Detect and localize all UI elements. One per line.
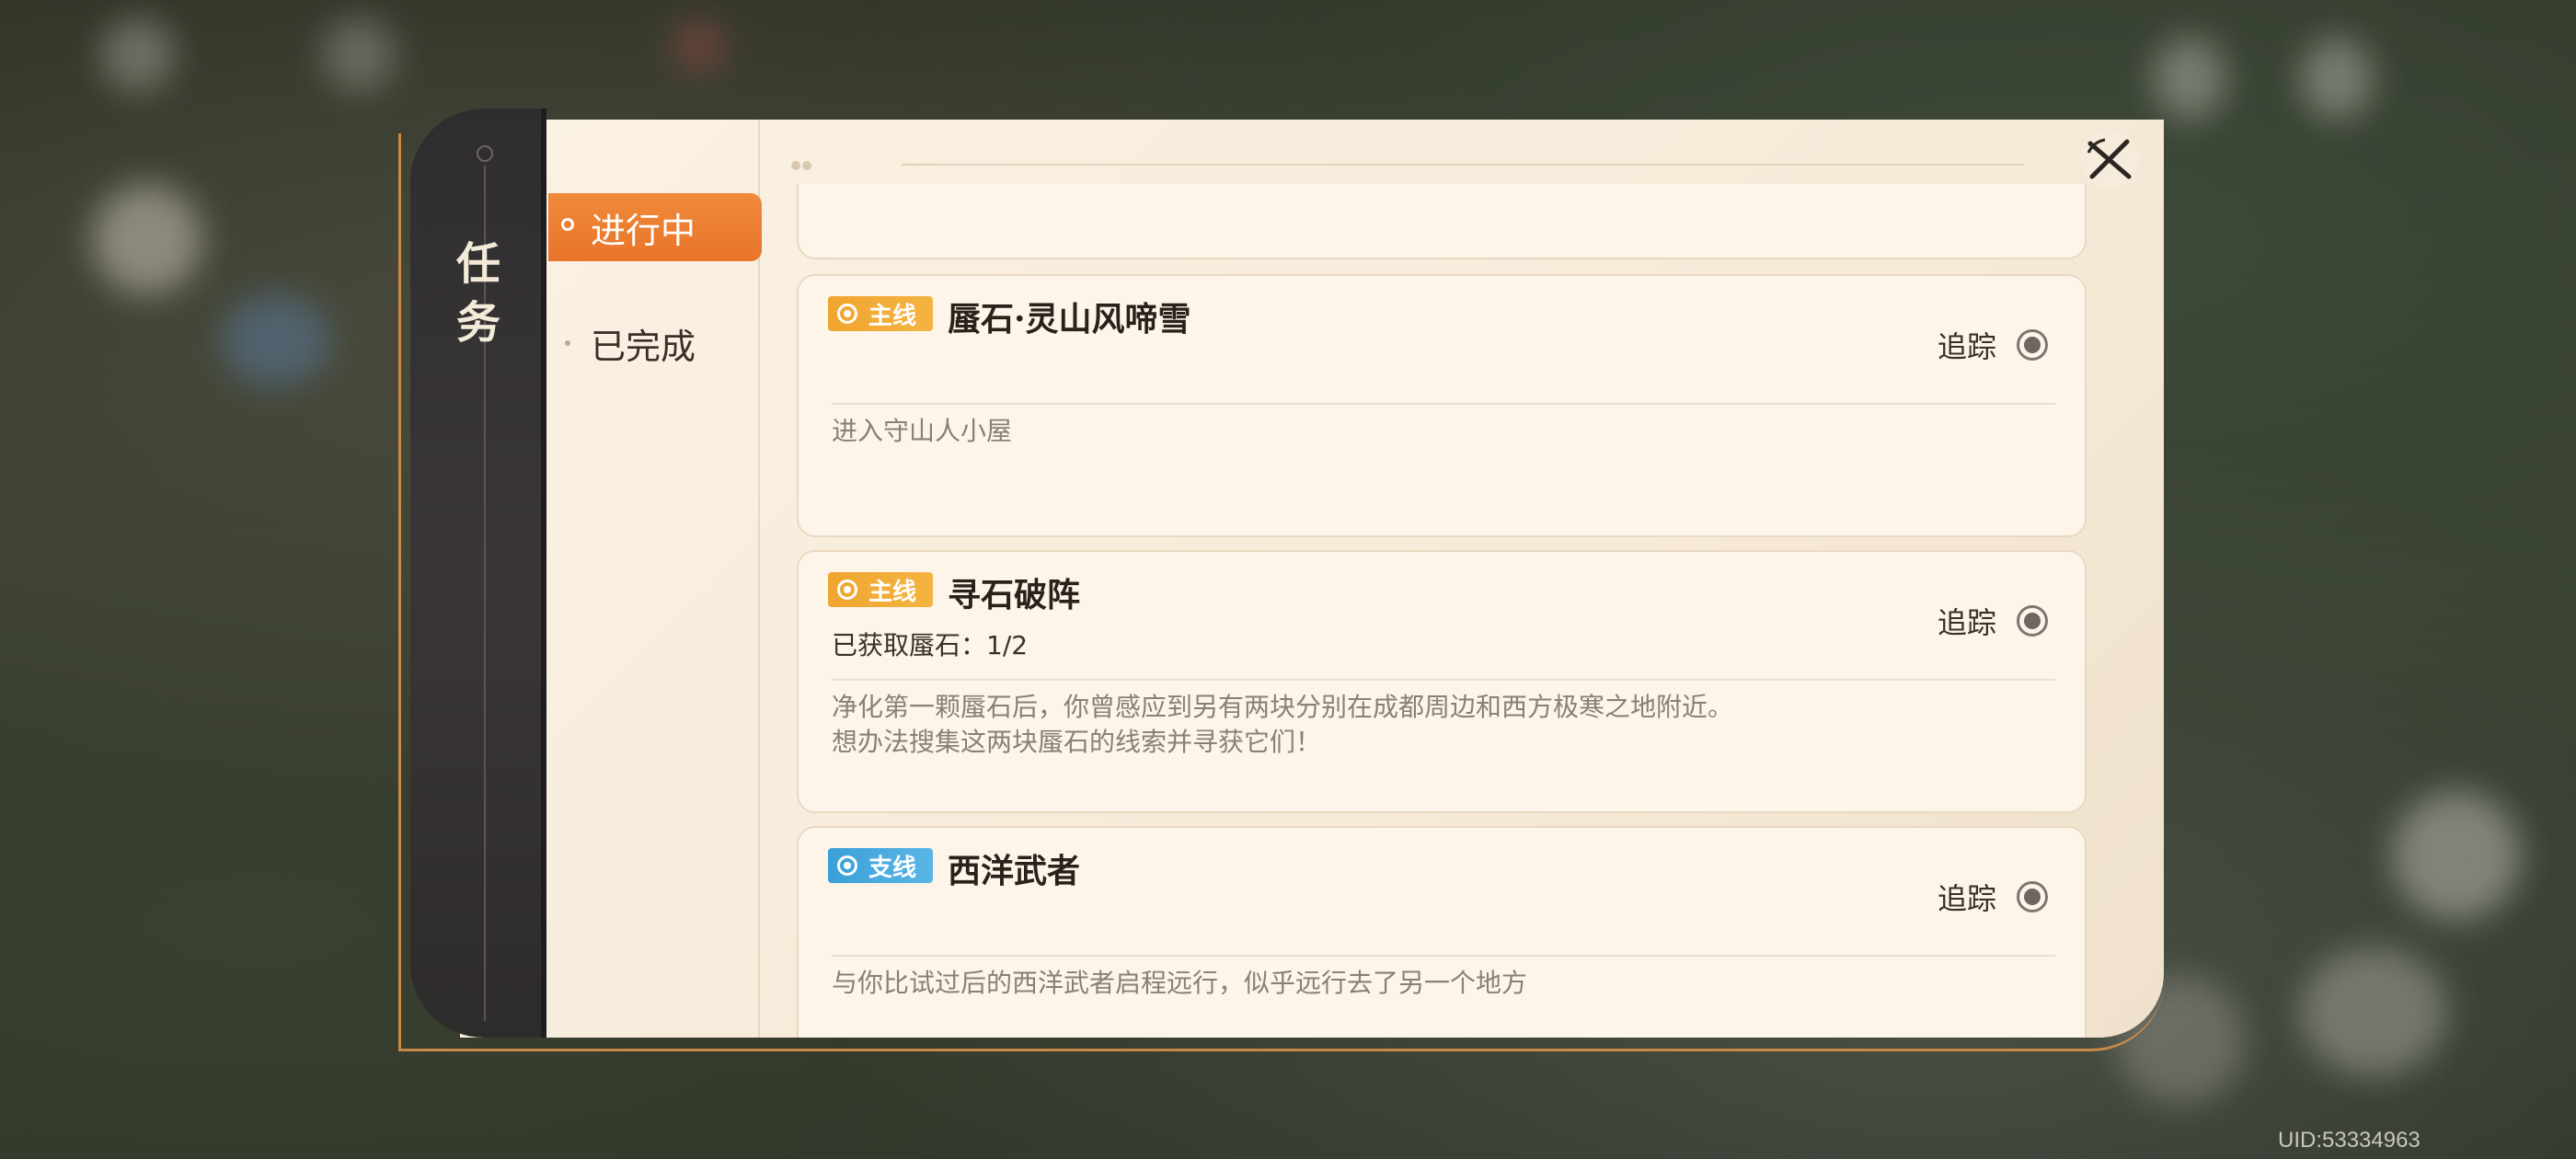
- panel-title: 任务: [455, 238, 500, 349]
- user-id: UID:53334963: [2278, 1128, 2421, 1153]
- tag-ring-icon: [837, 855, 857, 876]
- track-toggle-icon[interactable]: [2017, 605, 2048, 637]
- track-control[interactable]: 追踪: [1938, 600, 2048, 642]
- quest-tag-label: 主线: [868, 302, 917, 330]
- close-button[interactable]: [2081, 131, 2138, 188]
- quest-description: 进入守山人小屋: [832, 416, 1013, 446]
- track-toggle-icon[interactable]: [2017, 881, 2048, 912]
- spine-ornament: [477, 145, 493, 162]
- track-control[interactable]: 追踪: [1938, 876, 2048, 918]
- quest-title: 西洋武者: [948, 852, 1081, 890]
- tab-label: 已完成: [591, 326, 696, 367]
- quest-title: 寻石破阵: [948, 576, 1081, 614]
- quest-progress: 已获取蜃石：1/2: [832, 630, 1029, 660]
- track-control[interactable]: 追踪: [1938, 324, 2048, 366]
- scroll-track: [902, 164, 2024, 166]
- quest-card[interactable]: 主线 寻石破阵 追踪 已获取蜃石：1/2 净化第一颗蜃石后，你曾感应到另有两块分…: [797, 550, 2087, 813]
- quest-card-partial[interactable]: [797, 184, 2087, 259]
- quest-description: 与你比试过后的西洋武者启程远行，似乎远行去了另一个地方: [832, 968, 1528, 998]
- track-toggle-icon[interactable]: [2017, 329, 2048, 361]
- card-divider: [832, 679, 2055, 681]
- close-icon: [2087, 138, 2132, 179]
- quest-tag-label: 支线: [868, 854, 917, 882]
- tab-active-icon: [561, 218, 574, 231]
- card-divider: [832, 955, 2055, 957]
- tag-ring-icon: [837, 304, 857, 324]
- card-divider: [832, 403, 2055, 405]
- track-label: 追踪: [1937, 881, 1996, 916]
- quest-card[interactable]: 主线 蜃石·灵山风啼雪 追踪 进入守山人小屋: [797, 274, 2087, 537]
- quest-card[interactable]: 支线 西洋武者 追踪 与你比试过后的西洋武者启程远行，似乎远行去了另一个地方: [797, 826, 2087, 1038]
- scroll-indicator: [791, 156, 817, 170]
- tab-label: 进行中: [591, 210, 696, 251]
- tab-dot-icon: [565, 340, 570, 346]
- track-label: 追踪: [1937, 605, 1996, 640]
- tab-completed[interactable]: 已完成: [548, 315, 762, 372]
- quest-tag: 主线: [828, 296, 933, 331]
- quest-tag: 主线: [828, 572, 933, 607]
- tab-in-progress[interactable]: 进行中: [548, 193, 762, 261]
- quest-title: 蜃石·灵山风啼雪: [948, 300, 1191, 339]
- quest-description: 净化第一颗蜃石后，你曾感应到另有两块分别在成都周边和西方极寒之地附近。想办法搜集…: [832, 692, 1734, 757]
- quest-tag: 支线: [828, 848, 933, 883]
- quest-tag-label: 主线: [868, 578, 917, 606]
- track-label: 追踪: [1937, 329, 1996, 364]
- tag-ring-icon: [837, 580, 857, 600]
